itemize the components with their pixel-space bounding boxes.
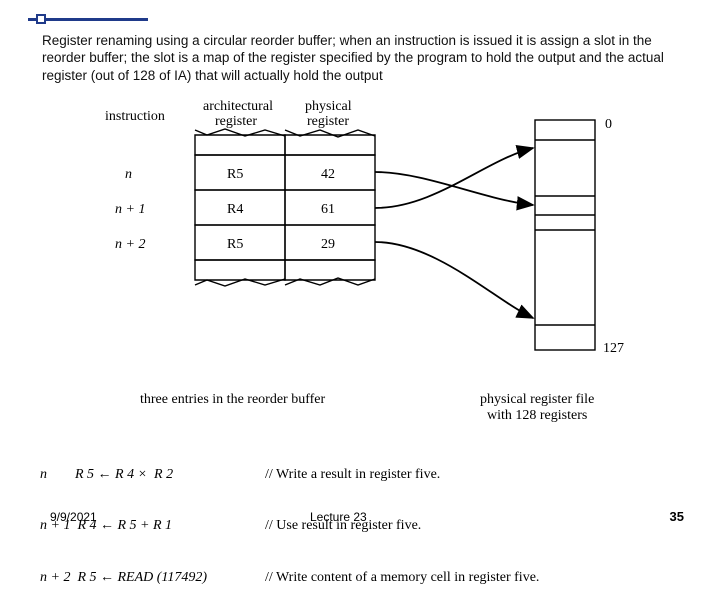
header-arch-2: register (215, 114, 257, 129)
code-line-0-rhs: // Write a result in register five. (265, 466, 440, 483)
slide-accent-bullet (36, 14, 46, 24)
row1-arch: R4 (227, 202, 243, 217)
reorder-buffer-diagram: .lab { font-family: "Times New Roman", s… (85, 100, 695, 390)
row0-instr: n (125, 167, 132, 182)
row2-arch: R5 (227, 237, 243, 252)
arrow-42 (375, 172, 533, 205)
header-phys-2: register (307, 114, 349, 129)
prf-label-top: 0 (605, 117, 612, 132)
row2-instr: n + 2 (115, 237, 145, 252)
header-phys-1: physical (305, 100, 352, 114)
slide-accent-bar (28, 18, 148, 21)
row0-arch: R5 (227, 167, 243, 182)
arrow-29 (375, 242, 533, 318)
prf-label-bottom: 127 (603, 341, 624, 356)
physical-register-file (535, 120, 595, 350)
footer-lecture: Lecture 23 (310, 510, 367, 524)
row1-phys: 61 (321, 202, 335, 217)
row1-instr: n + 1 (115, 202, 145, 217)
caption-prf: physical register filewith 128 registers (480, 392, 594, 424)
arrow-61 (375, 148, 533, 208)
reorder-buffer-table (195, 129, 375, 286)
code-line-0-lhs: n R 5 ← R 4 × R 2 (40, 466, 265, 483)
code-line-2-lhs: n + 2 R 5 ← READ (117492) (40, 569, 265, 586)
slide-description: Register renaming using a circular reord… (42, 32, 690, 84)
row0-phys: 42 (321, 167, 335, 182)
code-line-2-rhs: // Write content of a memory cell in reg… (265, 569, 539, 586)
header-instruction: instruction (105, 109, 165, 124)
footer-date: 9/9/2021 (50, 510, 97, 524)
instruction-listing: n R 5 ← R 4 × R 2// Write a result in re… (40, 432, 700, 603)
caption-reorder-buffer: three entries in the reorder buffer (140, 392, 325, 408)
row2-phys: 29 (321, 237, 335, 252)
header-arch-1: architectural (203, 100, 273, 114)
footer-page: 35 (670, 509, 684, 524)
